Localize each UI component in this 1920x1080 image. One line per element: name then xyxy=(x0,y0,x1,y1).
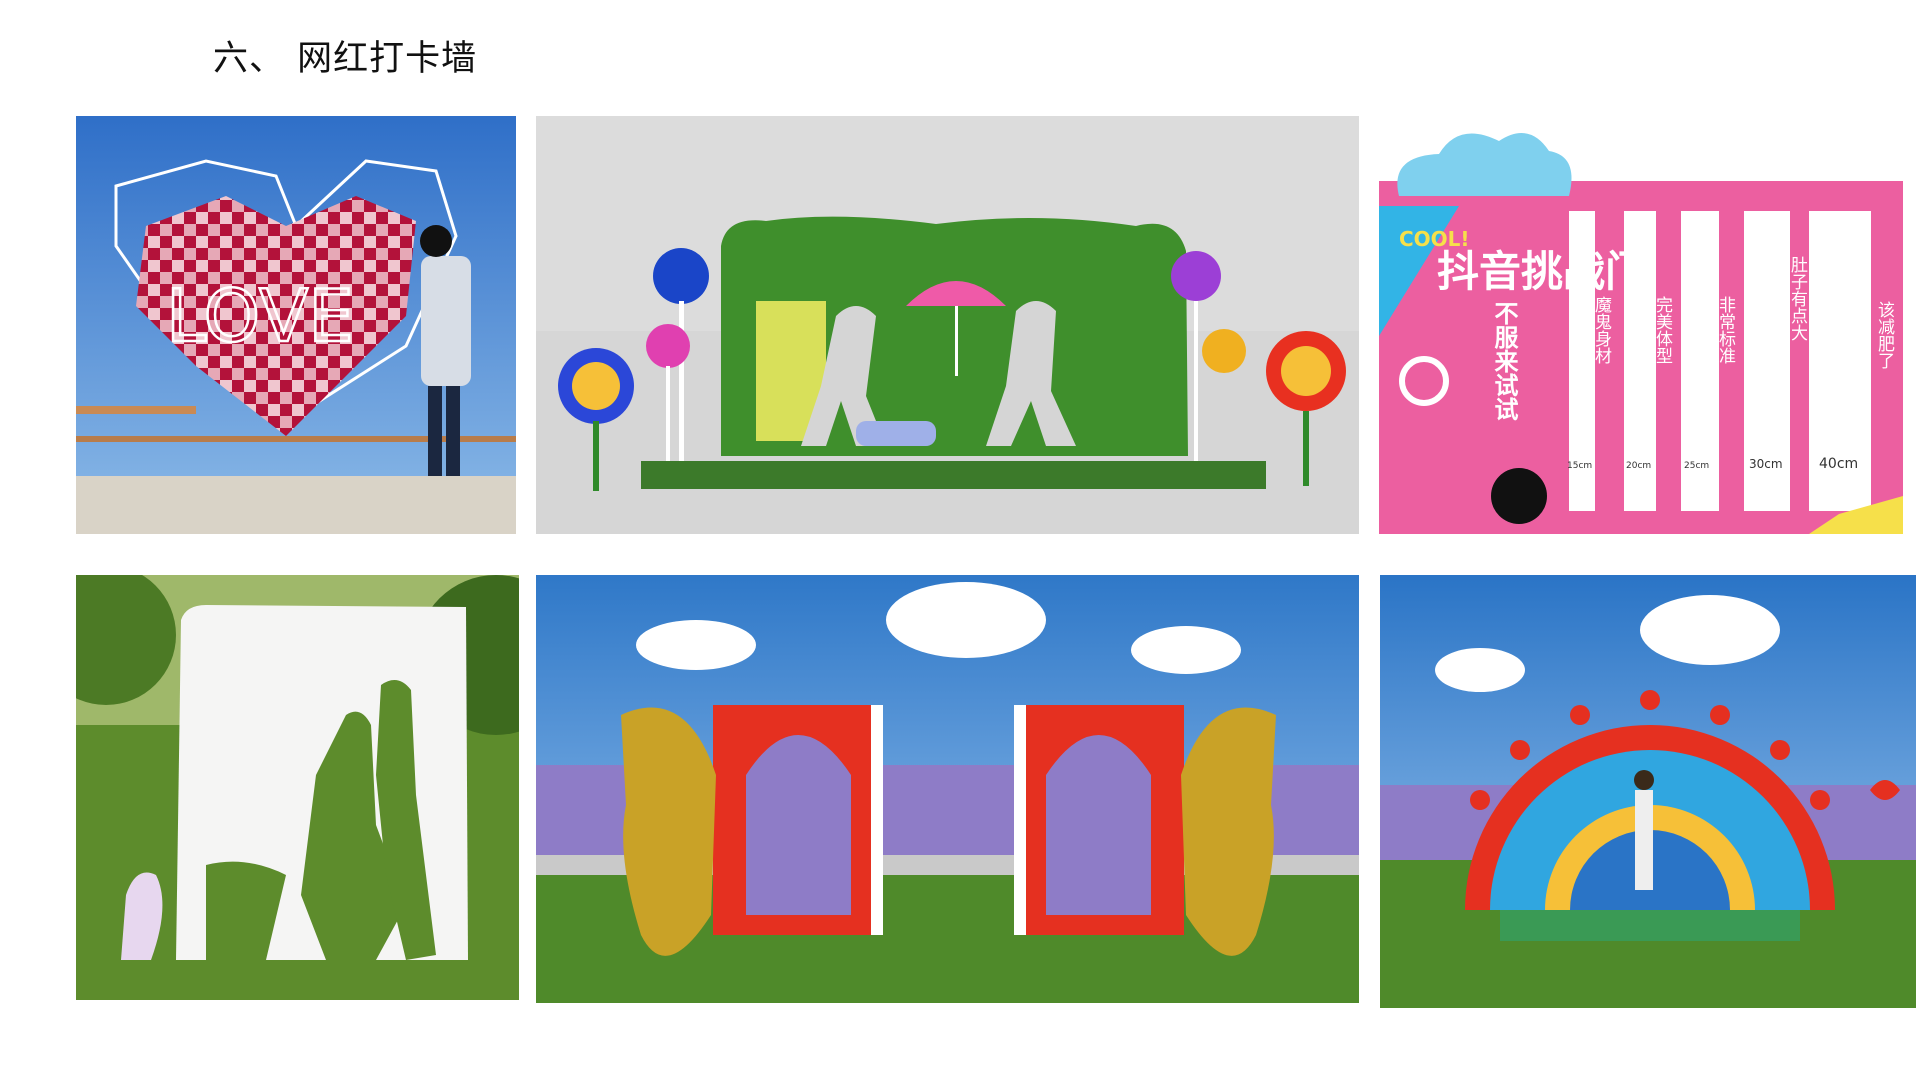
floral-arch-illustration xyxy=(1380,575,1916,1008)
love-heart-illustration: LOVE xyxy=(76,116,516,534)
slot-label-2: 完美体型 xyxy=(1652,296,1673,364)
challenge-title-text: 抖音挑战门 xyxy=(1437,247,1647,296)
slot-width-2: 20cm xyxy=(1626,461,1651,471)
butterfly-gate-illustration xyxy=(536,575,1359,1003)
tiktok-badge-icon xyxy=(1491,468,1547,524)
slot-width-5: 40cm xyxy=(1819,456,1858,472)
photo-green-hedge-wall xyxy=(536,116,1359,534)
photo-floral-arch xyxy=(1380,575,1916,1008)
slot-label-4: 肚子有点大 xyxy=(1787,256,1808,341)
slot-width-4: 30cm xyxy=(1749,457,1783,471)
love-sign-text: LOVE xyxy=(166,274,354,358)
slot-width-3: 25cm xyxy=(1684,461,1709,471)
photo-butterfly-gate xyxy=(536,575,1359,1003)
photo-silhouette-wall xyxy=(76,575,519,1000)
douyin-wall-illustration: COOL! 抖音挑战门 不服来试试 魔鬼身材 完美体型 非常标准 肚子有点大 该… xyxy=(1379,116,1903,534)
side-text: 该减肥了 xyxy=(1874,301,1895,369)
challenge-subtitle-text: 不服来试试 xyxy=(1490,301,1518,421)
photo-love-heart-wall: LOVE xyxy=(76,116,516,534)
slot-label-1: 魔鬼身材 xyxy=(1591,296,1612,364)
slot-label-3: 非常标准 xyxy=(1715,296,1736,364)
page-heading: 六、 网红打卡墙 xyxy=(213,39,478,79)
silhouette-wall-illustration xyxy=(76,575,519,1000)
slot-width-1: 15cm xyxy=(1567,461,1592,471)
photo-douyin-challenge-wall: COOL! 抖音挑战门 不服来试试 魔鬼身材 完美体型 非常标准 肚子有点大 该… xyxy=(1379,116,1903,534)
hedge-wall-illustration xyxy=(536,116,1359,534)
